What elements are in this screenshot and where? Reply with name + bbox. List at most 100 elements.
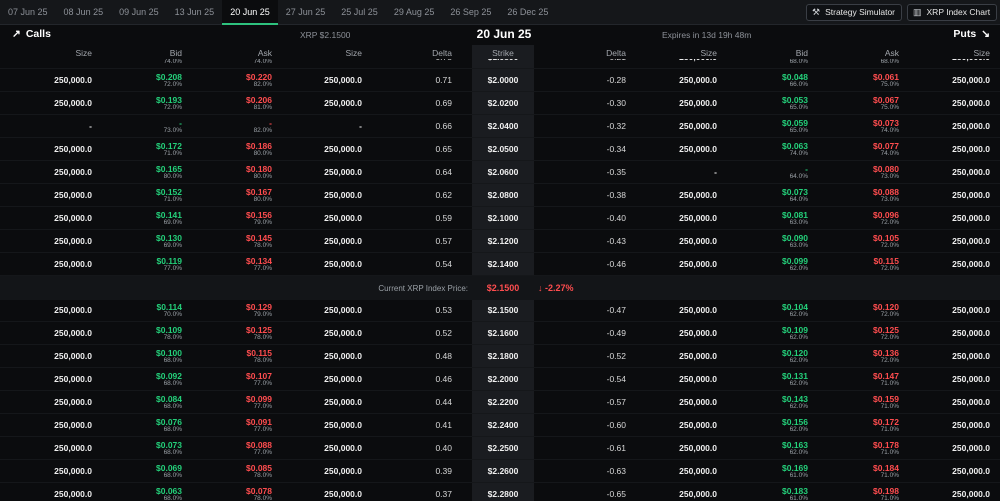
calls-header: ↗ Calls [12, 28, 51, 40]
expiry-tab[interactable]: 07 Jun 25 [0, 0, 56, 25]
call-ask-size: 250,000.0 [324, 213, 362, 223]
put-bid-size: 250,000.0 [679, 213, 717, 223]
table-row[interactable]: 250,000.0 $0.109 78.0% $0.125 78.0% 250,000.0… [0, 322, 1000, 345]
put-bid-iv: 62.0% [789, 357, 808, 364]
strike-price: $2.0600 [487, 167, 519, 177]
call-ask-iv: 81.0% [253, 104, 272, 111]
expiry-date: 20 Jun 25 [476, 27, 532, 41]
col-call-delta: Delta [432, 48, 452, 58]
table-row[interactable]: 250,000.0 $0.152 71.0% $0.167 80.0% 250,000.0… [0, 184, 1000, 207]
call-bid-size: 250,000.0 [54, 144, 92, 154]
expiry-tab[interactable]: 29 Aug 25 [386, 0, 443, 25]
put-bid-iv: 62.0% [789, 265, 808, 272]
call-bid-size: 250,000.0 [54, 236, 92, 246]
table-row[interactable]: 250,000.0 $0.172 71.0% $0.186 80.0% 250,000.0… [0, 138, 1000, 161]
table-row[interactable]: 250,000.0 $0.063 68.0% $0.078 78.0% 250,000.0… [0, 483, 1000, 501]
put-ask-iv: 74.0% [880, 127, 899, 134]
put-delta: -0.52 [606, 351, 626, 361]
put-ask-iv: 71.0% [880, 426, 899, 433]
table-row[interactable]: 250,000.0 $0.073 68.0% $0.088 77.0% 250,000.0… [0, 437, 1000, 460]
chain-header: ↗ Calls XRP $2.1500 20 Jun 25 Expires in… [0, 25, 1000, 45]
call-ask-size: - [282, 59, 362, 62]
column-headers: Size Bid Ask Size Delta Strike Delta Siz… [0, 45, 1000, 59]
call-bid-size: - [12, 59, 92, 62]
current-price-value: $2.1500 [486, 283, 520, 293]
call-ask-iv: 78.0% [253, 334, 272, 341]
put-delta: -0.34 [606, 144, 626, 154]
call-delta: 0.53 [435, 305, 452, 315]
strike-price: $2.2600 [487, 466, 519, 476]
table-row[interactable]: 250,000.0 $0.208 72.0% $0.220 82.0% 250,000.0… [0, 69, 1000, 92]
call-bid-iv: 68.0% [163, 472, 182, 479]
put-bid-size: 250,000.0 [679, 305, 717, 315]
put-bid-size: 250,000.0 [679, 466, 717, 476]
put-delta: -0.40 [606, 213, 626, 223]
put-ask-iv: 75.0% [880, 104, 899, 111]
strike-price: $2.2500 [487, 443, 519, 453]
put-ask-iv: 71.0% [880, 403, 899, 410]
call-ask-iv: 74.0% [253, 59, 272, 65]
put-bid-iv: 61.0% [789, 495, 808, 501]
expiry-tab[interactable]: 26 Dec 25 [499, 0, 556, 25]
table-row[interactable]: 250,000.0 $0.114 70.0% $0.129 79.0% 250,000.0… [0, 299, 1000, 322]
call-ask-iv: 78.0% [253, 242, 272, 249]
table-row[interactable]: 250,000.0 $0.119 77.0% $0.134 77.0% 250,000.0… [0, 253, 1000, 276]
call-delta: 0.71 [435, 75, 452, 85]
call-bid-iv: 68.0% [163, 403, 182, 410]
put-ask-iv: 68.0% [880, 59, 899, 65]
expiry-tab-bar: 07 Jun 25 08 Jun 25 09 Jun 25 13 Jun 25 20 J… [0, 0, 1000, 25]
table-row[interactable]: 250,000.0 $0.076 68.0% $0.091 77.0% 250,000.0… [0, 414, 1000, 437]
current-index-price-row: Current XRP Index Price: $2.1500 ↓ -2.27… [0, 276, 1000, 300]
call-ask-iv: 79.0% [253, 311, 272, 318]
call-ask-size: 250,000.0 [324, 144, 362, 154]
put-ask-iv: 72.0% [880, 334, 899, 341]
table-row[interactable]: 250,000.0 $0.193 72.0% $0.206 81.0% 250,000.0… [0, 92, 1000, 115]
underlying-price: XRP $2.1500 [300, 30, 351, 40]
expiry-tab[interactable]: 27 Jun 25 [278, 0, 334, 25]
table-row[interactable]: 250,000.0 $0.100 68.0% $0.115 78.0% 250,000.0… [0, 345, 1000, 368]
call-ask-iv: 78.0% [253, 472, 272, 479]
call-bid-size: 250,000.0 [54, 98, 92, 108]
call-ask-size: 250,000.0 [324, 167, 362, 177]
put-ask-iv: 74.0% [880, 150, 899, 157]
table-row[interactable]: 250,000.0 $0.165 80.0% $0.180 80.0% 250,000.0… [0, 161, 1000, 184]
expiry-tab[interactable]: 26 Sep 25 [442, 0, 499, 25]
expiry-tab[interactable]: 09 Jun 25 [111, 0, 167, 25]
call-bid-iv: 71.0% [163, 150, 182, 157]
put-delta: -0.35 [606, 167, 626, 177]
expiry-tab[interactable]: 08 Jun 25 [56, 0, 112, 25]
call-ask-size: 250,000.0 [324, 236, 362, 246]
put-bid-iv: 61.0% [789, 472, 808, 479]
call-ask-iv: 78.0% [253, 495, 272, 501]
xrp-index-chart-button[interactable]: ▥ XRP Index Chart [907, 4, 998, 21]
call-bid-iv: 73.0% [163, 127, 182, 134]
put-delta: -0.63 [606, 466, 626, 476]
call-bid-size: - [89, 121, 92, 131]
call-ask-iv: 82.0% [253, 81, 272, 88]
put-ask-size: 250,000.0 [952, 213, 990, 223]
strike-price: $1.9800 [472, 59, 534, 62]
col-call-ask-size: Size [345, 48, 362, 58]
call-ask-iv: 77.0% [253, 265, 272, 272]
table-row[interactable]: - - 0.78 $1.9800 -0.21 250,000.0 250,000.0 74.0… [0, 59, 1000, 69]
strike-price: $2.0000 [487, 75, 519, 85]
strike-price: $2.0500 [487, 144, 519, 154]
table-row[interactable]: 250,000.0 $0.069 68.0% $0.085 78.0% 250,000.0… [0, 460, 1000, 483]
table-row[interactable]: 250,000.0 $0.092 68.0% $0.107 77.0% 250,000.0… [0, 368, 1000, 391]
call-ask-iv: 77.0% [253, 380, 272, 387]
put-ask-iv: 72.0% [880, 265, 899, 272]
strike-price: $2.1400 [487, 259, 519, 269]
put-delta: -0.57 [606, 397, 626, 407]
strategy-simulator-button[interactable]: ⚒ Strategy Simulator [806, 4, 902, 21]
table-row[interactable]: 250,000.0 $0.141 69.0% $0.156 79.0% 250,000.0… [0, 207, 1000, 230]
expiry-tab[interactable]: 20 Jun 25 [222, 0, 278, 25]
expiry-tab[interactable]: 13 Jun 25 [167, 0, 223, 25]
put-ask-iv: 73.0% [880, 173, 899, 180]
table-row[interactable]: 250,000.0 $0.130 69.0% $0.145 78.0% 250,000.0… [0, 230, 1000, 253]
put-ask-size: 250,000.0 [952, 489, 990, 499]
table-row[interactable]: - -73.0% -82.0% -0.66 $2.0400 -0.32 250,000.0 $… [0, 115, 1000, 138]
call-ask-size: 250,000.0 [324, 305, 362, 315]
call-bid-iv: 68.0% [163, 380, 182, 387]
expiry-tab[interactable]: 25 Jul 25 [333, 0, 386, 25]
table-row[interactable]: 250,000.0 $0.084 68.0% $0.099 77.0% 250,000.0… [0, 391, 1000, 414]
